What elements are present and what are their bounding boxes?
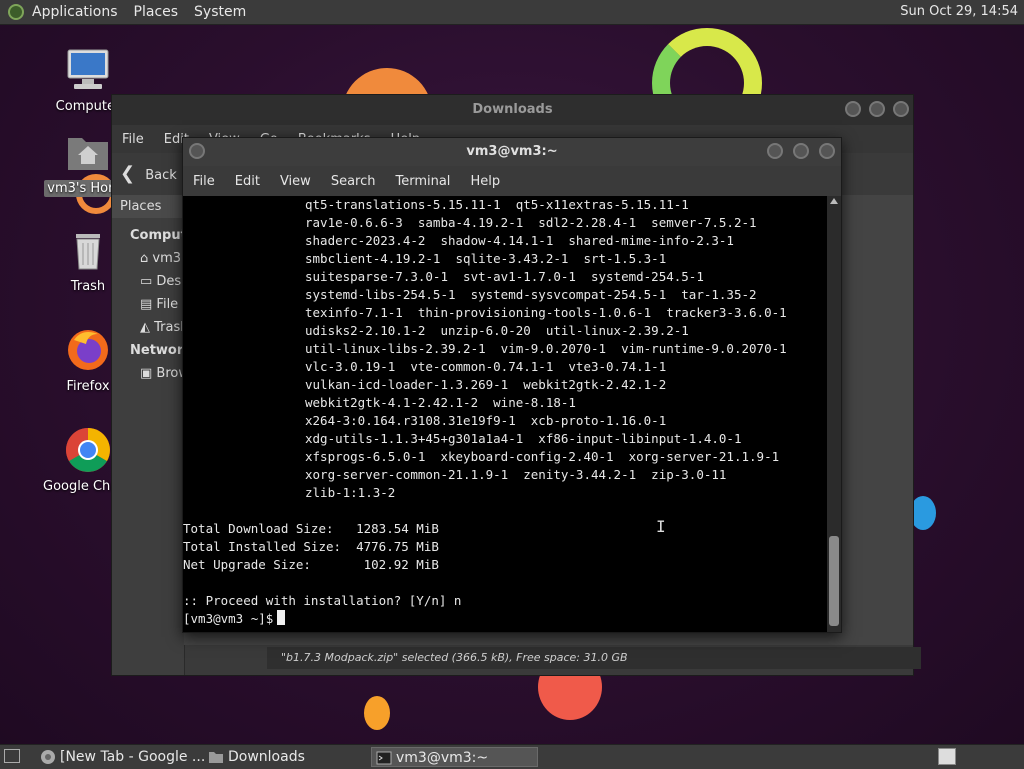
package-line: vulkan-icd-loader-1.3.269-1 webkit2gtk-2… xyxy=(305,377,667,392)
maximize-button[interactable] xyxy=(793,143,809,159)
network-header: Network xyxy=(130,343,184,358)
places-menu[interactable]: Places xyxy=(126,4,187,20)
summary-line: Net Upgrade Size: 102.92 MiB xyxy=(183,557,439,572)
distro-logo-icon[interactable] xyxy=(8,4,24,20)
mouse-ibeam-cursor: I xyxy=(656,517,666,536)
folder-icon: ▭ xyxy=(140,274,157,289)
package-line: texinfo-7.1-1 thin-provisioning-tools-1.… xyxy=(305,305,787,320)
firefox-icon xyxy=(68,330,108,370)
system-menu[interactable]: System xyxy=(186,4,254,20)
summary-line: Total Installed Size: 4776.75 MiB xyxy=(183,539,439,554)
window-title: Downloads xyxy=(112,95,913,125)
sidebar-item-label: File System xyxy=(156,297,184,312)
package-line: shaderc-2023.4-2 shadow-4.14.1-1 shared-… xyxy=(305,233,734,248)
menu-help[interactable]: Help xyxy=(460,174,510,189)
package-line: vlc-3.0.19-1 vte-common-0.74.1-1 vte3-0.… xyxy=(305,359,667,374)
package-line: udisks2-2.10.1-2 unzip-6.0-20 util-linux… xyxy=(305,323,689,338)
window-menu-button[interactable] xyxy=(189,143,205,159)
menu-view[interactable]: View xyxy=(270,174,321,189)
show-desktop-button[interactable] xyxy=(4,749,20,763)
trash-icon xyxy=(76,234,100,270)
package-line: qt5-translations-5.15.11-1 qt5-x11extras… xyxy=(305,197,689,212)
package-line: xfsprogs-6.5.0-1 xkeyboard-config-2.40-1… xyxy=(305,449,780,464)
back-button[interactable]: ❮ Back xyxy=(120,161,177,187)
package-line: smbclient-4.19.2-1 sqlite-3.43.2-1 srt-1… xyxy=(305,251,667,266)
chrome-icon xyxy=(41,750,55,764)
summary-line: Total Download Size: 1283.54 MiB xyxy=(183,521,439,536)
scroll-up-arrow-icon[interactable] xyxy=(830,198,838,204)
places-sidebar: Places Computer ⌂ vm3 ▭ Desktop ▤ File S… xyxy=(112,195,185,675)
sidebar-item-label: Browse Network xyxy=(156,366,184,381)
sidebar-item-desktop[interactable]: ▭ Desktop xyxy=(112,270,184,293)
applications-menu[interactable]: Applications xyxy=(24,4,126,20)
package-line: zlib-1:1.3-2 xyxy=(305,485,396,500)
workspace-switcher[interactable] xyxy=(938,748,956,765)
clock[interactable]: Sun Oct 29, 14:54 xyxy=(900,4,1018,19)
minimize-button[interactable] xyxy=(767,143,783,159)
package-line: webkit2gtk-4.1-2.42.1-2 wine-8.18-1 xyxy=(305,395,576,410)
wallpaper-small-orange-blob xyxy=(364,696,390,730)
trash-icon: ◭ xyxy=(140,320,155,335)
terminal-output[interactable]: qt5-translations-5.15.11-1 qt5-x11extras… xyxy=(183,196,827,632)
sidebar-item-label: Desktop xyxy=(156,274,184,289)
sidebar-item-trash[interactable]: ◭ Trash xyxy=(112,316,184,339)
package-line: systemd-libs-254.5-1 systemd-sysvcompat-… xyxy=(305,287,757,302)
desktop-icon-label: Trash xyxy=(70,279,106,294)
package-line: xorg-server-common-21.1.9-1 zenity-3.44.… xyxy=(305,467,727,482)
places-header: Places xyxy=(112,195,184,218)
sidebar-item-label: Trash xyxy=(154,320,184,335)
taskbar-item-label: Downloads xyxy=(228,749,305,765)
computer-icon xyxy=(67,49,109,89)
prompt-line: [vm3@vm3 ~]$ xyxy=(183,610,827,628)
chrome-icon xyxy=(66,428,110,472)
menu-terminal[interactable]: Terminal xyxy=(385,174,460,189)
package-line: xdg-utils-1.1.3+45+g301a1a4-1 xf86-input… xyxy=(305,431,742,446)
proceed-line: :: Proceed with installation? [Y/n] n xyxy=(183,593,462,608)
package-line: x264-3:0.164.r3108.31e19f9-1 xcb-proto-1… xyxy=(305,413,667,428)
drive-icon: ▤ xyxy=(140,297,157,312)
desktop-icon-label: Firefox xyxy=(66,379,110,394)
maximize-button[interactable] xyxy=(869,101,885,117)
scrollbar-thumb[interactable] xyxy=(829,536,839,626)
taskbar-item-label: [New Tab - Google ... xyxy=(60,749,206,765)
folder-icon xyxy=(209,752,223,763)
terminal-scrollbar[interactable] xyxy=(827,196,841,632)
sidebar-item-filesystem[interactable]: ▤ File System xyxy=(112,293,184,316)
bottom-panel: [New Tab - Google ... Downloads vm3@vm3:… xyxy=(0,744,1024,769)
back-label: Back xyxy=(145,168,177,183)
sidebar-item-label: vm3 xyxy=(152,251,182,266)
taskbar-item-label: vm3@vm3:~ xyxy=(396,750,489,766)
home-icon: ⌂ xyxy=(140,251,153,266)
terminal-menubar: File Edit View Search Terminal Help xyxy=(183,166,841,196)
desktop: Computer vm3's Home Trash Firefox Google… xyxy=(0,24,1024,744)
taskbar-item-downloads[interactable]: Downloads xyxy=(204,747,388,767)
back-arrow-icon: ❮ xyxy=(120,163,136,184)
taskbar-item-chrome[interactable]: [New Tab - Google ... xyxy=(36,747,222,767)
network-icon: ▣ xyxy=(140,366,157,381)
package-line: util-linux-libs-2.39.2-1 vim-9.0.2070-1 … xyxy=(305,341,787,356)
menu-file[interactable]: File xyxy=(112,132,154,147)
taskbar-item-terminal[interactable]: vm3@vm3:~ xyxy=(371,747,538,767)
top-panel: Applications Places System Sun Oct 29, 1… xyxy=(0,0,1024,25)
minimize-button[interactable] xyxy=(845,101,861,117)
menu-edit[interactable]: Edit xyxy=(225,174,270,189)
menu-file[interactable]: File xyxy=(183,174,225,189)
home-folder-icon xyxy=(68,138,108,170)
text-cursor xyxy=(277,610,286,625)
computer-header: Computer xyxy=(130,228,184,243)
terminal-window: vm3@vm3:~ File Edit View Search Terminal… xyxy=(182,137,842,633)
close-button[interactable] xyxy=(819,143,835,159)
terminal-icon xyxy=(376,751,392,765)
shell-prompt: [vm3@vm3 ~]$ xyxy=(183,611,274,626)
close-button[interactable] xyxy=(893,101,909,117)
sidebar-item-vm3[interactable]: ⌂ vm3 xyxy=(112,247,184,270)
sidebar-item-browse-network[interactable]: ▣ Browse Network xyxy=(112,362,184,385)
menu-search[interactable]: Search xyxy=(321,174,386,189)
package-line: rav1e-0.6.6-3 samba-4.19.2-1 sdl2-2.28.4… xyxy=(305,215,757,230)
status-bar: "b1.7.3 Modpack.zip" selected (366.5 kB)… xyxy=(267,647,921,669)
terminal-title: vm3@vm3:~ xyxy=(183,138,841,166)
package-line: suitesparse-7.3.0-1 svt-av1-1.7.0-1 syst… xyxy=(305,269,704,284)
